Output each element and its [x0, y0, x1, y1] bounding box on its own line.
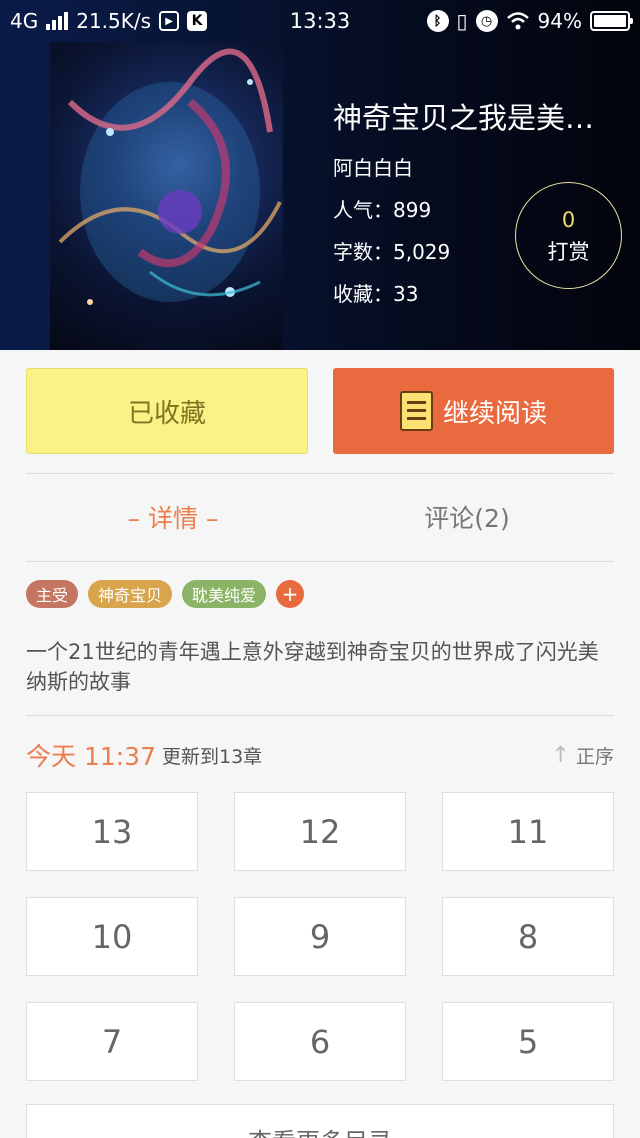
chapter-item[interactable]: 13: [26, 792, 198, 871]
chapter-item[interactable]: 10: [26, 897, 198, 976]
arrow-up-icon: ↑: [551, 742, 570, 768]
chapter-item[interactable]: 6: [234, 1002, 406, 1081]
book-header: 4G 21.5K/s ▶ K 13:33 ᛒ ▯ ◷ 94% 神奇宝贝之我是美……: [0, 0, 640, 350]
chapter-item[interactable]: 8: [442, 897, 614, 976]
sort-order-label: 正序: [575, 745, 614, 768]
divider: [26, 715, 614, 716]
book-author[interactable]: 阿白白白: [333, 152, 633, 181]
status-bar: 4G 21.5K/s ▶ K 13:33 ᛒ ▯ ◷ 94%: [0, 0, 640, 42]
more-chapters-label: 查看更多目录: [248, 1122, 392, 1138]
tab-comments[interactable]: 评论(2): [320, 473, 614, 561]
clock: 13:33: [289, 9, 351, 33]
book-cover[interactable]: [50, 42, 283, 350]
tag-item[interactable]: 神奇宝贝: [88, 580, 173, 608]
continue-reading-label: 继续阅读: [442, 398, 547, 429]
update-info: 今天 11:37 更新到13章 ↑ 正序: [26, 735, 614, 775]
continue-reading-button[interactable]: 继续阅读: [333, 368, 614, 454]
battery-icon: [590, 11, 633, 31]
book-description: 一个21世纪的青年遇上意外穿越到神奇宝贝的世界成了闪光美纳斯的故事: [26, 640, 599, 694]
book-icon: [399, 391, 433, 431]
tag-list: 主受 神奇宝贝 耽美纯爱 +: [26, 580, 305, 608]
chapter-grid: 13 12 11 10 9 8 7 6 5: [26, 792, 614, 1081]
tip-button[interactable]: 0 打赏: [515, 182, 622, 289]
cover-art: [58, 48, 282, 305]
chapter-item[interactable]: 11: [442, 792, 614, 871]
tip-count: 0: [561, 208, 576, 232]
tab-bar: – 详情 – 评论(2): [26, 473, 614, 561]
tip-label: 打赏: [547, 240, 590, 264]
update-text: 更新到13章: [162, 745, 263, 768]
add-tag-button[interactable]: +: [276, 580, 305, 608]
tab-details[interactable]: – 详情 –: [26, 473, 320, 561]
update-time: 今天 11:37: [26, 742, 156, 771]
chapter-item[interactable]: 12: [234, 792, 406, 871]
favorited-label: 已收藏: [127, 398, 206, 429]
chapter-item[interactable]: 9: [234, 897, 406, 976]
book-title: 神奇宝贝之我是美…: [333, 101, 595, 135]
favorited-button[interactable]: 已收藏: [26, 368, 308, 454]
sort-order-button[interactable]: ↑ 正序: [552, 742, 614, 769]
divider: [26, 561, 614, 562]
more-chapters-button[interactable]: 查看更多目录: [26, 1104, 614, 1138]
chapter-item[interactable]: 7: [26, 1002, 198, 1081]
tag-item[interactable]: 主受: [26, 580, 79, 608]
tag-item[interactable]: 耽美纯爱: [182, 580, 267, 608]
chapter-item[interactable]: 5: [442, 1002, 614, 1081]
